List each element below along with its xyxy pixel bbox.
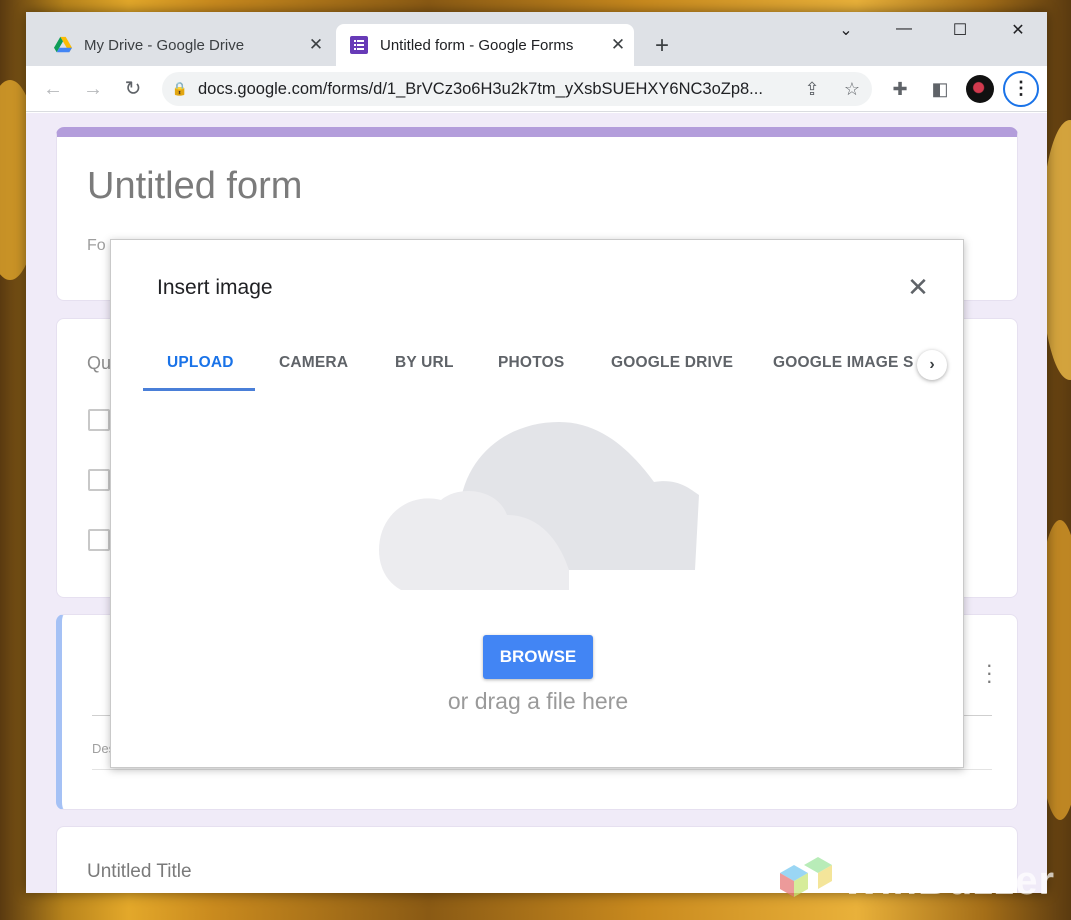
share-icon[interactable]: ⇪ (792, 79, 832, 100)
tab-label: My Drive - Google Drive (84, 36, 245, 54)
close-tab-icon[interactable]: ✕ (300, 35, 332, 55)
profile-avatar[interactable] (966, 75, 994, 103)
option-checkbox[interactable] (88, 529, 110, 551)
new-tab-icon[interactable]: + (648, 32, 676, 60)
tab-camera[interactable]: CAMERA (279, 354, 348, 372)
tab-my-drive[interactable]: My Drive - Google Drive ✕ (40, 24, 332, 66)
back-icon[interactable]: ← (40, 76, 66, 102)
tab-by-url[interactable]: BY URL (395, 354, 454, 372)
divider (92, 769, 992, 770)
question-title: Qu (87, 353, 112, 373)
insert-image-dialog: Insert image ✕ UPLOAD CAMERA BY URL PHOT… (110, 239, 964, 768)
option-checkbox[interactable] (88, 469, 110, 491)
close-icon[interactable]: ✕ (903, 272, 933, 303)
form-description[interactable]: Fo (87, 237, 106, 255)
browser-menu-icon[interactable]: ⋮ (1003, 71, 1039, 107)
selected-tab-indicator (143, 388, 255, 391)
minimize-icon[interactable]: — (884, 20, 924, 38)
more-options-icon[interactable]: · · · (986, 654, 993, 692)
forward-icon[interactable]: → (80, 76, 106, 102)
maximize-icon[interactable]: ☐ (940, 20, 980, 40)
reload-icon[interactable]: ↻ (120, 76, 146, 102)
tab-label: Untitled form - Google Forms (380, 36, 574, 54)
address-bar[interactable]: 🔒 docs.google.com/forms/d/1_BrVCz3o6H3u2… (162, 72, 872, 106)
chevron-right-icon[interactable]: › (917, 350, 947, 380)
close-tab-icon[interactable]: ✕ (602, 35, 634, 55)
tab-strip: My Drive - Google Drive ✕ Untitled form … (26, 12, 1047, 66)
form-title[interactable]: Untitled form (87, 165, 302, 208)
section-title: Untitled Title (87, 861, 192, 882)
bookmark-star-icon[interactable]: ☆ (832, 79, 872, 100)
extensions-icon[interactable]: ✚ (886, 76, 914, 102)
url-text: docs.google.com/forms/d/1_BrVCz3o6H3u2k7… (198, 79, 763, 98)
google-forms-icon (350, 36, 368, 54)
tab-google-forms[interactable]: Untitled form - Google Forms ✕ (336, 24, 634, 66)
watermark-text: WinBuzzer (842, 859, 1056, 903)
browser-toolbar: ← → ↻ 🔒 docs.google.com/forms/d/1_BrVCz3… (26, 66, 1047, 112)
tab-photos[interactable]: PHOTOS (498, 354, 564, 372)
option-checkbox[interactable] (88, 409, 110, 431)
close-window-icon[interactable]: ✕ (998, 20, 1038, 40)
dialog-title: Insert image (157, 276, 273, 299)
cloud-upload-illustration (379, 422, 699, 590)
tab-search-icon[interactable]: ⌄ (826, 20, 866, 40)
browse-button[interactable]: BROWSE (483, 635, 593, 679)
google-drive-icon (54, 36, 72, 53)
dialog-tabs: UPLOAD CAMERA BY URL PHOTOS GOOGLE DRIVE… (143, 340, 913, 392)
drag-hint: or drag a file here (447, 688, 629, 714)
side-panel-icon[interactable]: ◧ (926, 76, 954, 102)
tab-google-image-search[interactable]: GOOGLE IMAGE SEARCH (773, 354, 913, 372)
winbuzzer-logo-icon (780, 857, 832, 897)
tab-google-drive[interactable]: GOOGLE DRIVE (611, 354, 733, 372)
lock-icon: 🔒 (171, 81, 189, 96)
winbuzzer-watermark: WinBuzzer (770, 855, 1070, 915)
tab-upload[interactable]: UPLOAD (167, 354, 234, 372)
